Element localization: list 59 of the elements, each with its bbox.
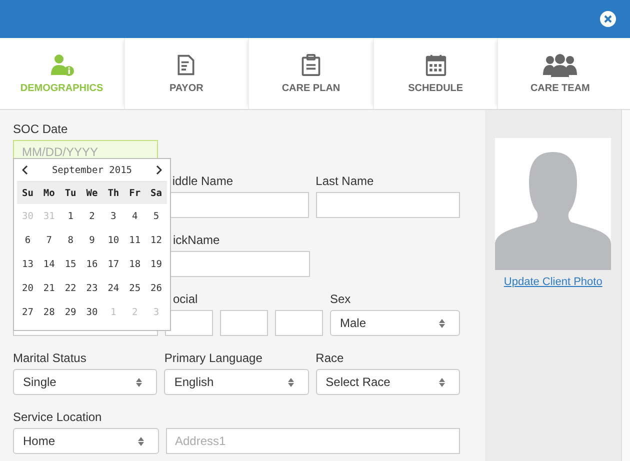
tab[interactable]: CARE TEAM — [497, 38, 622, 109]
update-photo-link[interactable]: Update Client Photo — [504, 276, 602, 288]
calendar-day[interactable]: 13 — [17, 258, 38, 270]
calendar-day[interactable]: 23 — [81, 282, 103, 294]
weekday-label: Mo — [42, 188, 56, 198]
field-label: Last Name — [316, 174, 374, 188]
tab[interactable]: SCHEDULE — [372, 38, 498, 109]
calendar-day[interactable]: 9 — [81, 234, 103, 246]
calendar-day[interactable]: 6 — [17, 234, 38, 246]
calendar-day[interactable]: 5 — [146, 210, 167, 222]
calendar-day[interactable]: 10 — [102, 234, 124, 246]
calendar-day[interactable]: 21 — [38, 282, 60, 294]
tab[interactable]: PAYOR — [124, 38, 248, 109]
select-dropdown[interactable]: English — [164, 369, 309, 395]
address-field[interactable]: Address1 — [166, 428, 460, 454]
calendar-day[interactable]: 18 — [124, 258, 146, 270]
calendar-day[interactable]: 22 — [60, 282, 82, 294]
calendar-day[interactable]: 1 — [60, 210, 82, 222]
calendar-day[interactable]: 30 — [81, 306, 103, 318]
calendar-day[interactable]: 14 — [38, 258, 60, 270]
weekday-label: Fr — [128, 188, 142, 198]
calendar-day[interactable]: 28 — [38, 306, 60, 318]
calendar-day[interactable]: 27 — [17, 306, 38, 318]
field-label: Primary Language — [164, 351, 262, 365]
calendar-day[interactable]: 19 — [146, 258, 167, 270]
field-label: Marital Status — [13, 351, 86, 365]
weekday-label: Sa — [150, 188, 163, 198]
month-title[interactable]: September 2015 — [52, 164, 132, 176]
calendar-day[interactable]: 29 — [60, 306, 82, 318]
field-label: Sex — [330, 292, 351, 306]
select-dropdown[interactable]: Select Race — [316, 369, 460, 395]
calendar-day[interactable]: 2 — [81, 210, 103, 222]
weekday-label: We — [85, 188, 99, 198]
select-dropdown[interactable]: Male — [330, 310, 460, 336]
calendar-day[interactable]: 26 — [146, 282, 167, 294]
field-label: Service Location — [13, 410, 102, 424]
calendar-day[interactable]: 15 — [60, 258, 82, 270]
field-label: Race — [316, 351, 344, 365]
tab[interactable]: CARE PLAN — [248, 38, 373, 109]
calendar-day[interactable]: 8 — [60, 234, 82, 246]
weekday-label: Tu — [64, 188, 78, 198]
calendar-day[interactable]: 12 — [146, 234, 167, 246]
field-label: ickName — [172, 233, 220, 247]
field-label: iddle Name — [171, 174, 234, 188]
weekday-label: Th — [106, 188, 120, 198]
calendar-day[interactable]: 20 — [17, 282, 38, 294]
calendar-day[interactable]: 3 — [102, 210, 124, 222]
weekday-label: Su — [20, 188, 34, 198]
calendar-day[interactable]: 17 — [102, 258, 124, 270]
calendar-day[interactable]: 4 — [124, 210, 146, 222]
field-label: ocial — [172, 292, 198, 306]
calendar-day[interactable]: 24 — [102, 282, 124, 294]
select-dropdown[interactable]: Single — [13, 369, 158, 395]
calendar-day[interactable]: 25 — [124, 282, 146, 294]
calendar-day[interactable]: 11 — [124, 234, 146, 246]
select-dropdown[interactable]: Home — [13, 428, 159, 454]
calendar-day[interactable]: 7 — [38, 234, 60, 246]
field-label: SOC Date — [13, 122, 69, 136]
calendar-day[interactable]: 16 — [81, 258, 103, 270]
